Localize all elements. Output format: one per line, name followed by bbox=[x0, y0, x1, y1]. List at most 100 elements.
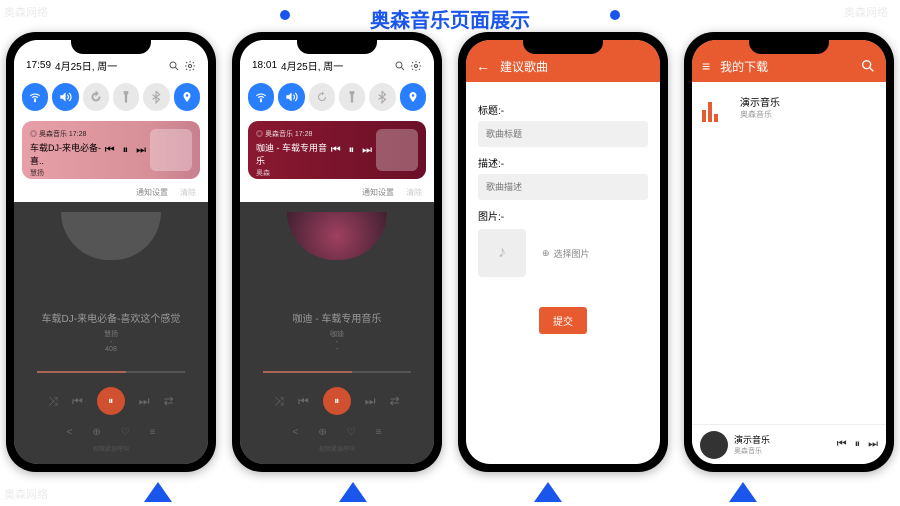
phone-notch bbox=[523, 40, 603, 54]
triangle-indicator bbox=[534, 482, 562, 502]
qs-wifi[interactable] bbox=[22, 83, 48, 111]
qs-sound[interactable] bbox=[52, 83, 78, 111]
download-item[interactable]: 演示音乐 奥森音乐 bbox=[692, 82, 886, 132]
mini-title: 演示音乐 bbox=[734, 433, 831, 446]
qs-flashlight[interactable] bbox=[339, 83, 365, 111]
media-app-label: ◎ 奥森音乐 17:28 bbox=[256, 129, 331, 139]
media-artist: 慧扬 bbox=[30, 168, 105, 178]
qs-bluetooth[interactable] bbox=[143, 83, 169, 111]
status-time: 17:59 bbox=[26, 60, 51, 71]
next-icon[interactable]: ⏭ bbox=[365, 394, 376, 409]
notification-shade: 18:01 4月25日, 周一 ◎ 奥森音乐 17:28 咖迪 - 车载专用音乐… bbox=[240, 40, 434, 210]
phone-mockup-1: 17:59 4月25日, 周一 ◎ 奥森音乐 17:28 车载DJ-来电必备-喜… bbox=[6, 32, 216, 472]
list-icon[interactable]: ≡ bbox=[150, 427, 156, 438]
status-date: 4月25日, 周一 bbox=[281, 58, 343, 73]
next-icon[interactable]: ⏭ bbox=[139, 394, 150, 409]
back-icon[interactable]: ← bbox=[476, 58, 490, 74]
track-subtitle: 奥森音乐 bbox=[740, 109, 780, 120]
qs-rotate[interactable] bbox=[309, 83, 335, 111]
label-title: 标题:- bbox=[478, 102, 648, 117]
seek-bar[interactable] bbox=[263, 371, 411, 373]
decorative-dot bbox=[610, 10, 620, 20]
media-artist: 奥森 bbox=[256, 168, 331, 178]
indicator-row bbox=[0, 482, 900, 502]
play-button[interactable]: ⏸ bbox=[323, 387, 351, 415]
download-icon[interactable]: ⊕ bbox=[92, 427, 100, 438]
repeat-icon[interactable]: ⇄ bbox=[390, 394, 400, 408]
next-icon[interactable]: ⏭ bbox=[868, 438, 878, 451]
dim-track-title: 车载DJ-来电必备-喜欢这个感觉 bbox=[42, 310, 181, 325]
shuffle-icon[interactable]: ⤨ bbox=[48, 394, 58, 409]
pause-icon[interactable]: ⏸ bbox=[123, 144, 129, 157]
label-image: 图片:- bbox=[478, 208, 648, 223]
phone-notch bbox=[71, 40, 151, 54]
search-icon[interactable] bbox=[168, 60, 180, 72]
prev-icon[interactable]: ⏮ bbox=[837, 438, 847, 451]
qs-sound[interactable] bbox=[278, 83, 304, 111]
qs-location[interactable] bbox=[174, 83, 200, 111]
qs-bluetooth[interactable] bbox=[369, 83, 395, 111]
notification-settings-link[interactable]: 通知设置 bbox=[136, 187, 168, 198]
media-notification[interactable]: ◎ 奥森音乐 17:28 咖迪 - 车载专用音乐 奥森 ⏮ ⏸ ⏭ bbox=[248, 121, 426, 179]
dim-artist: 慧扬 bbox=[104, 329, 118, 339]
pause-icon[interactable]: ⏸ bbox=[349, 144, 355, 157]
search-icon[interactable] bbox=[394, 60, 406, 72]
page-title: 奥森音乐页面展示 bbox=[370, 0, 530, 33]
search-icon[interactable] bbox=[860, 58, 876, 74]
share-icon[interactable]: < bbox=[66, 427, 72, 438]
shuffle-icon[interactable]: ⤨ bbox=[274, 394, 284, 409]
dim-bitrate: 408 bbox=[105, 346, 117, 353]
media-title: 咖迪 - 车载专用音乐 bbox=[256, 141, 331, 167]
media-title: 车载DJ-来电必备-喜.. bbox=[30, 141, 105, 167]
select-image-button[interactable]: ⊕选择图片 bbox=[542, 247, 590, 260]
seek-bar[interactable] bbox=[37, 371, 185, 373]
gear-icon[interactable] bbox=[184, 60, 196, 72]
mini-player[interactable]: 演示音乐 奥森音乐 ⏮ ⏸ ⏭ bbox=[692, 424, 886, 464]
watermark: 奥森网络 bbox=[844, 4, 888, 20]
qs-wifi[interactable] bbox=[248, 83, 274, 111]
decorative-dot bbox=[280, 10, 290, 20]
mini-album-art bbox=[700, 431, 728, 459]
prev-icon[interactable]: ⏮ bbox=[105, 144, 115, 157]
dimmed-player: 车载DJ-来电必备-喜欢这个感觉 慧扬 - 408 ⤨ ⏮ ⏸ ⏭ ⇄ < ⊕ … bbox=[14, 202, 208, 464]
more-icon[interactable]: ♡ bbox=[121, 427, 130, 438]
qs-location[interactable] bbox=[400, 83, 426, 111]
gear-icon[interactable] bbox=[410, 60, 422, 72]
list-icon[interactable]: ≡ bbox=[376, 427, 382, 438]
dim-tip: 权限紧急呼叫 bbox=[319, 444, 355, 453]
title-input[interactable] bbox=[478, 121, 648, 147]
notification-shade: 17:59 4月25日, 周一 ◎ 奥森音乐 17:28 车载DJ-来电必备-喜… bbox=[14, 40, 208, 210]
album-art bbox=[376, 129, 418, 171]
app-bar-title: 我的下载 bbox=[720, 58, 768, 75]
next-icon[interactable]: ⏭ bbox=[362, 144, 372, 157]
prev-icon[interactable]: ⏮ bbox=[298, 394, 309, 409]
triangle-indicator bbox=[144, 482, 172, 502]
prev-icon[interactable]: ⏮ bbox=[72, 394, 83, 409]
dimmed-player: 咖迪 - 车载专用音乐 咖迪 - - ⤨ ⏮ ⏸ ⏭ ⇄ < ⊕ ♡ ≡ 权限紧… bbox=[240, 202, 434, 464]
desc-input[interactable] bbox=[478, 174, 648, 200]
media-notification[interactable]: ◎ 奥森音乐 17:28 车载DJ-来电必备-喜.. 慧扬 ⏮ ⏸ ⏭ bbox=[22, 121, 200, 179]
share-icon[interactable]: < bbox=[292, 427, 298, 438]
download-icon[interactable]: ⊕ bbox=[318, 427, 326, 438]
phone-notch bbox=[297, 40, 377, 54]
phone-mockup-3: ← 建议歌曲 标题:- 描述:- 图片:- ♪ ⊕选择图片 提交 bbox=[458, 32, 668, 472]
notification-settings-link[interactable]: 通知设置 bbox=[362, 187, 394, 198]
pause-icon[interactable]: ⏸ bbox=[855, 438, 861, 451]
repeat-icon[interactable]: ⇄ bbox=[164, 394, 174, 408]
clear-link[interactable]: 清除 bbox=[406, 187, 422, 198]
image-preview: ♪ bbox=[478, 229, 526, 277]
prev-icon[interactable]: ⏮ bbox=[331, 144, 341, 157]
submit-button[interactable]: 提交 bbox=[539, 307, 587, 334]
app-bar-title: 建议歌曲 bbox=[500, 58, 548, 75]
dim-track-title: 咖迪 - 车载专用音乐 bbox=[293, 310, 382, 325]
mini-subtitle: 奥森音乐 bbox=[734, 446, 831, 456]
menu-icon[interactable]: ≡ bbox=[702, 58, 710, 74]
play-button[interactable]: ⏸ bbox=[97, 387, 125, 415]
more-icon[interactable]: ♡ bbox=[347, 427, 356, 438]
qs-rotate[interactable] bbox=[83, 83, 109, 111]
qs-flashlight[interactable] bbox=[113, 83, 139, 111]
triangle-indicator bbox=[339, 482, 367, 502]
next-icon[interactable]: ⏭ bbox=[136, 144, 146, 157]
clear-link[interactable]: 清除 bbox=[180, 187, 196, 198]
dim-album: - bbox=[336, 339, 338, 346]
